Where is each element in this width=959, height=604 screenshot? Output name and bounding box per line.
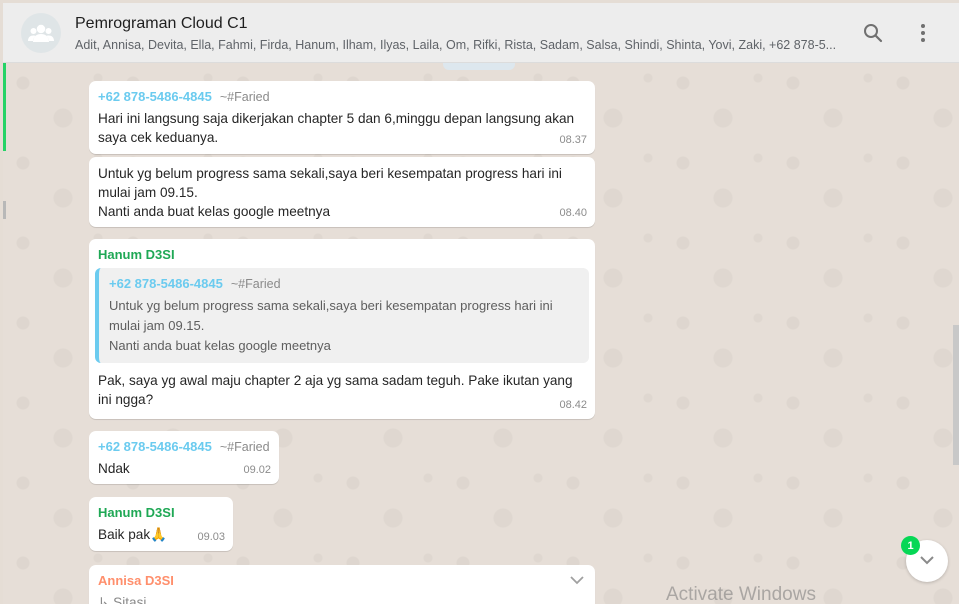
menu-icon[interactable] (911, 21, 935, 45)
message-sender[interactable]: Hanum D3SI (98, 246, 586, 264)
quoted-sender-alias: ~#Faried (230, 277, 281, 291)
sender-number[interactable]: +62 878-5486-4845 (98, 89, 212, 104)
quoted-text-line2: Nanti anda buat kelas google meetnya (109, 338, 331, 353)
message-sender[interactable]: Annisa D3SI (98, 572, 586, 590)
message-time: 08.40 (559, 207, 587, 219)
message-bubble[interactable]: +62 878-5486-4845 ~#Faried Ndak 09.02 (89, 431, 279, 484)
message-text: Pak, saya yg awal maju chapter 2 aja yg … (98, 373, 573, 407)
message-time: 08.37 (559, 134, 587, 146)
activate-windows-watermark: Activate Windows (666, 584, 816, 604)
message-bubble[interactable]: Hanum D3SI +62 878-5486-4845 ~#Faried Unt… (89, 239, 595, 419)
chat-header[interactable]: Pemrograman Cloud C1 Adit, Annisa, Devit… (3, 3, 959, 63)
message-time: 09.03 (197, 531, 225, 543)
message-sender[interactable]: +62 878-5486-4845 ~#Faried (98, 438, 270, 456)
sender-number[interactable]: +62 878-5486-4845 (98, 439, 212, 454)
search-icon[interactable] (861, 21, 885, 45)
quoted-text: Untuk yg belum progress sama sekali,saya… (109, 298, 553, 333)
message-text: Hari ini langsung saja dikerjakan chapte… (98, 111, 575, 145)
message-time: 09.02 (243, 464, 271, 476)
scrollbar-thumb[interactable] (953, 325, 959, 465)
focus-accent (3, 63, 6, 151)
message-bubble[interactable]: Hanum D3SI Baik pak🙏 09.03 (89, 497, 233, 551)
unread-count-badge: 1 (901, 536, 920, 555)
chevron-down-icon (919, 552, 935, 570)
chevron-down-icon[interactable] (569, 571, 585, 590)
quoted-sender: +62 878-5486-4845 ~#Faried (109, 274, 579, 294)
sender-alias: ~#Faried (219, 440, 270, 454)
message-sender[interactable]: +62 878-5486-4845 ~#Faried (98, 88, 586, 106)
edge-marker (3, 201, 6, 219)
message-text: ↳ Sitasi (98, 593, 586, 604)
message-text: Untuk yg belum progress sama sekali,saya… (98, 166, 562, 200)
quoted-message[interactable]: +62 878-5486-4845 ~#Faried Untuk yg belum… (95, 268, 589, 363)
message-bubble[interactable]: +62 878-5486-4845 ~#Faried Hari ini langs… (89, 81, 595, 154)
whatsapp-window: Pemrograman Cloud C1 Adit, Annisa, Devit… (3, 3, 959, 604)
message-text-content: Sitasi (113, 595, 147, 604)
message-text-line2: Nanti anda buat kelas google meetnya (98, 204, 331, 219)
group-members-list[interactable]: Adit, Annisa, Devita, Ella, Fahmi, Firda… (75, 38, 835, 52)
message-bubble[interactable]: Annisa D3SI ↳ Sitasi (89, 565, 595, 604)
quoted-sender-number: +62 878-5486-4845 (109, 276, 223, 291)
sender-alias: ~#Faried (219, 90, 270, 104)
date-pill (443, 63, 515, 70)
chat-title[interactable]: Pemrograman Cloud C1 (75, 15, 248, 33)
group-avatar-icon[interactable] (21, 13, 61, 53)
message-bubble[interactable]: Untuk yg belum progress sama sekali,saya… (89, 157, 595, 227)
message-time: 08.42 (559, 399, 587, 411)
message-sender[interactable]: Hanum D3SI (98, 504, 224, 522)
